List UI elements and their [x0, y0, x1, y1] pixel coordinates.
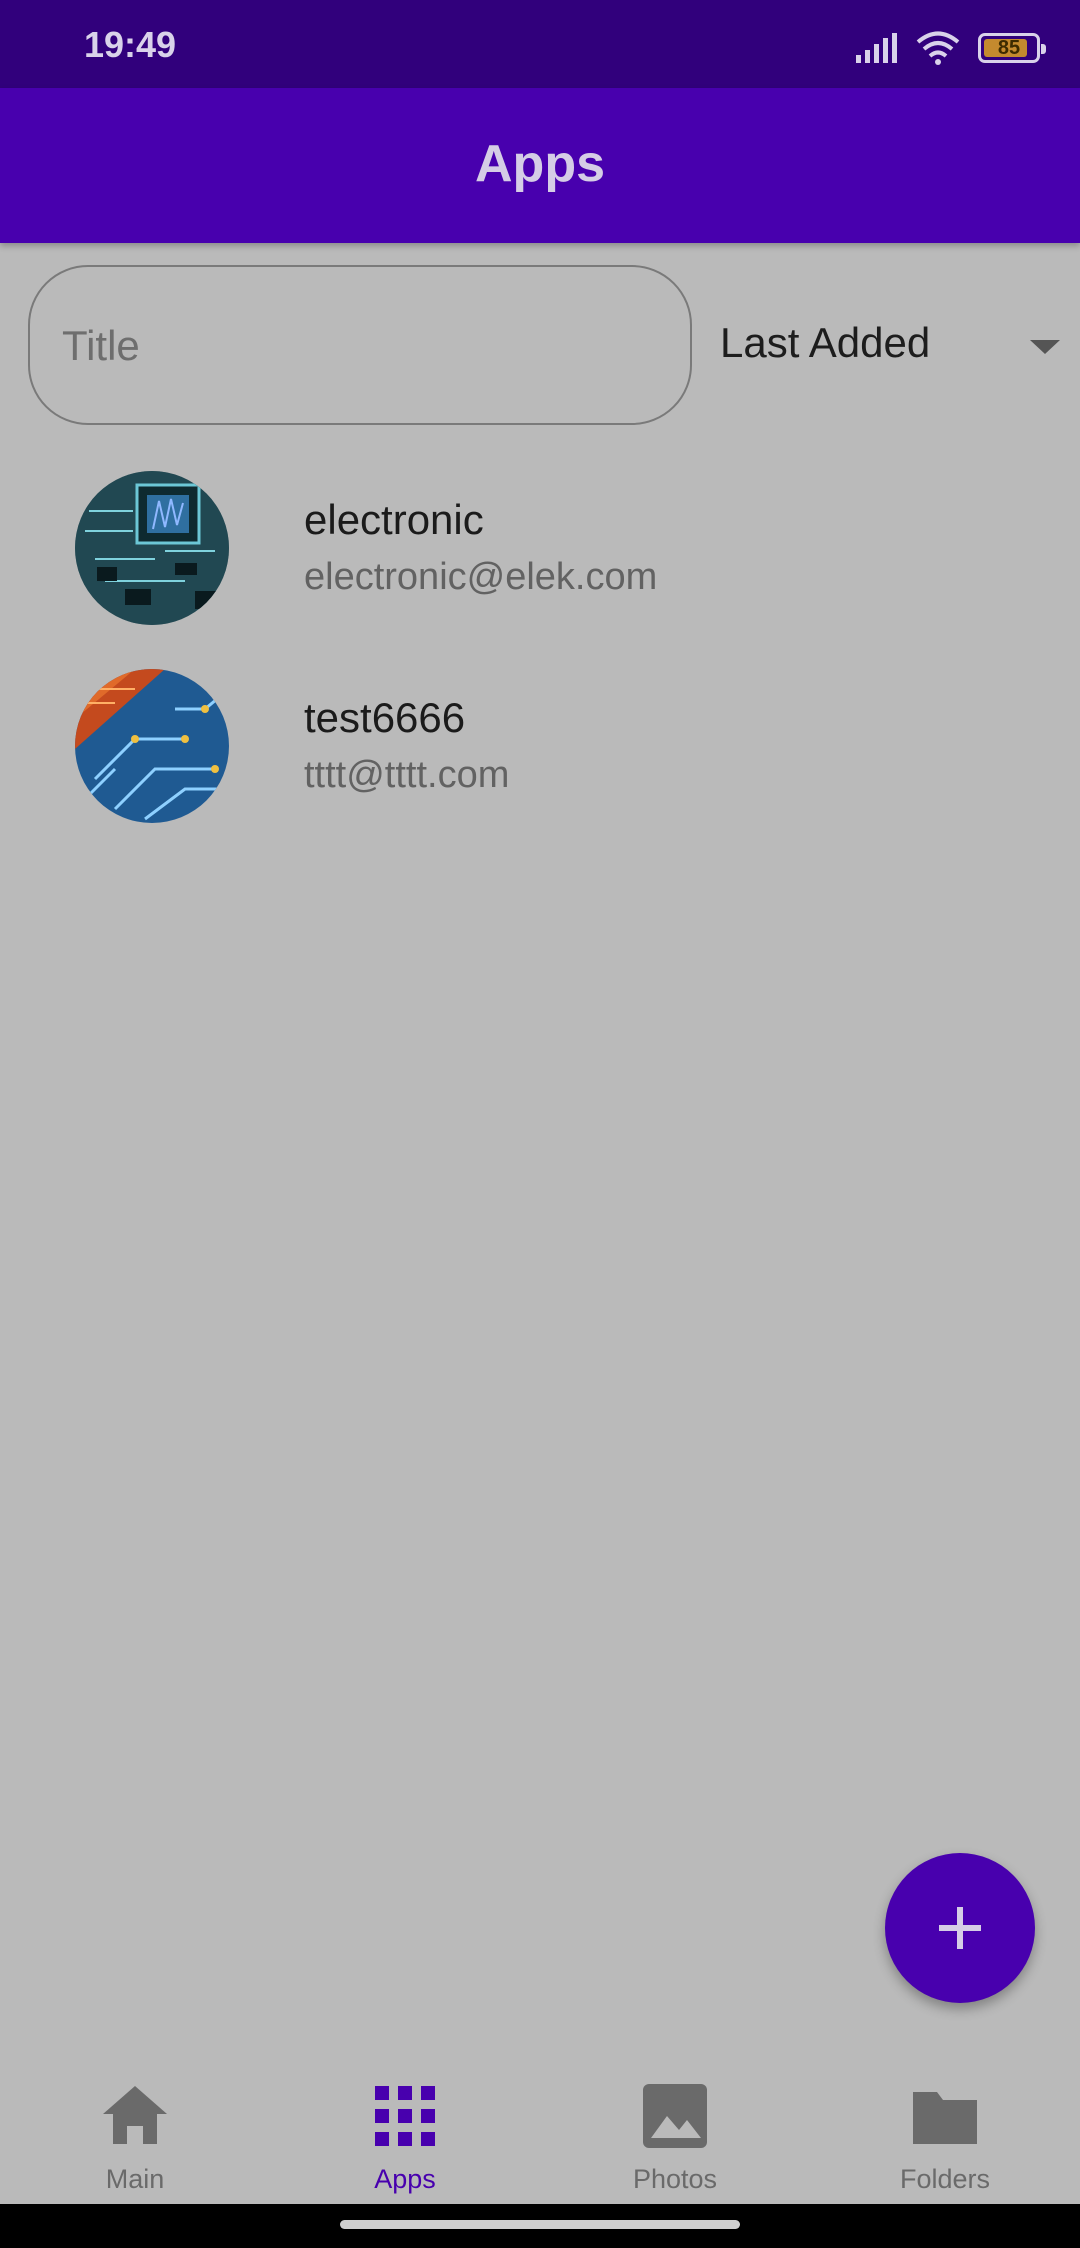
nav-label-folders: Folders — [899, 2164, 991, 2194]
nav-label-photos: Photos — [632, 2164, 718, 2194]
nav-label-main: Main — [105, 2164, 165, 2194]
list-item[interactable]: electronic electronic@elek.com — [0, 460, 1080, 658]
signal-icon — [856, 33, 897, 63]
status-time: 19:49 — [84, 24, 177, 65]
status-bar: 19:49 85 — [0, 0, 1080, 88]
nav-item-main[interactable]: Main — [0, 2060, 270, 2204]
app-name: test6666 — [304, 694, 466, 741]
add-app-button[interactable] — [885, 1853, 1035, 2003]
circuit-board-avatar — [75, 669, 229, 823]
sort-dropdown[interactable]: Last Added — [720, 265, 1060, 425]
page-title: Apps — [475, 135, 605, 193]
status-icons: 85 — [856, 28, 1046, 68]
search-field[interactable] — [28, 265, 692, 425]
app-email: tttt@tttt.com — [304, 754, 510, 796]
nav-item-photos[interactable]: Photos — [540, 2060, 810, 2204]
nav-item-folders[interactable]: Folders — [810, 2060, 1080, 2204]
nav-item-apps[interactable]: Apps — [270, 2060, 540, 2204]
title-search-input[interactable] — [60, 267, 664, 425]
nav-label-apps: Apps — [374, 2164, 436, 2194]
app-name: electronic — [304, 496, 484, 543]
apps-grid-icon — [375, 2086, 435, 2146]
app-bar: Apps — [0, 88, 1080, 243]
battery-tip — [1041, 44, 1046, 54]
app-email: electronic@elek.com — [304, 556, 658, 598]
battery-percent: 85 — [997, 37, 1021, 59]
image-icon — [643, 2084, 707, 2148]
list-item[interactable]: test6666 tttt@tttt.com — [0, 658, 1080, 856]
home-icon — [103, 2086, 167, 2144]
plus-icon — [939, 1907, 981, 1949]
bottom-navigation: Main Apps Photos Folders — [0, 2060, 1080, 2204]
sort-selected-label: Last Added — [720, 319, 931, 366]
apps-list: electronic electronic@elek.com test6666 … — [0, 460, 1080, 856]
dropdown-arrow-icon — [1030, 340, 1060, 354]
battery-icon: 85 — [978, 33, 1046, 63]
home-gesture-handle[interactable] — [340, 2220, 740, 2229]
wifi-icon — [916, 31, 960, 65]
circuit-chip-avatar — [75, 471, 229, 625]
folder-icon — [913, 2092, 977, 2144]
gesture-bar-area — [0, 2204, 1080, 2248]
